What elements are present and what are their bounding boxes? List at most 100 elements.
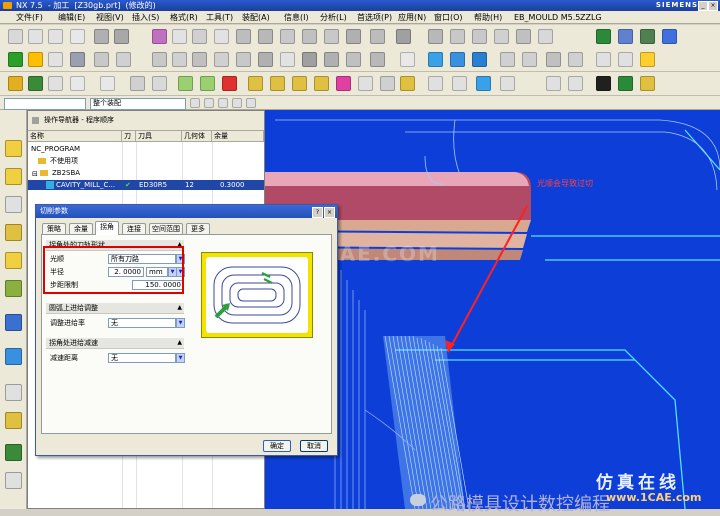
thicken-icon[interactable] [396,29,411,44]
mirror-icon[interactable] [428,76,443,91]
display-toolpath-icon[interactable] [314,76,329,91]
rotate-icon[interactable] [596,52,611,67]
select-face-icon[interactable] [204,98,214,108]
check-gouge-icon[interactable] [500,76,515,91]
trim-icon[interactable] [370,29,385,44]
type-filter-combo[interactable] [4,98,86,110]
system-materials-icon[interactable] [5,384,22,401]
nc-output-icon[interactable] [640,76,655,91]
forward-icon[interactable] [200,76,215,91]
decel-select[interactable]: 无 [108,353,176,363]
menu-window[interactable]: 窗口(O) [432,12,465,23]
offset-icon[interactable] [346,29,361,44]
menu-file[interactable]: 文件(F) [14,12,45,23]
sphere-icon[interactable] [568,76,583,91]
rectangle-icon[interactable] [70,29,85,44]
tab-stock[interactable]: 余量 [69,223,93,234]
gate-icon[interactable] [116,52,131,67]
grid-icon[interactable] [400,52,415,67]
web-browser-icon[interactable] [5,314,22,331]
cylinder-icon[interactable] [114,29,129,44]
table-row[interactable]: NC_PROGRAM [28,144,264,154]
minimize-button[interactable]: _ [698,1,708,11]
snap-icon[interactable] [640,52,655,67]
tab-strategy[interactable]: 策略 [42,223,66,234]
feeds-icon[interactable] [292,76,307,91]
palette-icon[interactable] [5,280,22,297]
render-icon[interactable] [618,29,633,44]
create-tool-icon[interactable] [28,76,43,91]
select-edge-icon[interactable] [218,98,228,108]
part-nav-icon[interactable] [5,224,22,241]
menu-tools[interactable]: 工具(T) [204,12,235,23]
mesh-icon[interactable] [302,29,317,44]
reuse-library-icon[interactable] [5,252,22,269]
close-button[interactable]: × [708,1,718,11]
menu-application[interactable]: 应用(N) [396,12,428,23]
create-geometry-icon[interactable] [48,76,63,91]
group-arc-feed-header[interactable]: 圆弧上进给调整 ▲ [46,303,184,314]
transform-icon[interactable] [452,76,467,91]
create-operation-icon[interactable] [100,76,115,91]
drawing-icon[interactable] [280,52,295,67]
menu-view[interactable]: 视图(V) [94,12,126,23]
cavity-icon[interactable] [28,52,43,67]
assembly-nav-icon[interactable] [5,196,22,213]
column-geometry[interactable]: 几何体 [182,131,212,142]
ok-button[interactable]: 确定 [263,440,291,452]
text-icon[interactable] [214,29,229,44]
wireframe-view-icon[interactable] [450,52,465,67]
group-corner-slowdown-header[interactable]: 拐角处进给减速 ▲ [46,338,184,349]
arc-icon[interactable] [48,29,63,44]
snap-endpoint-icon[interactable] [246,98,256,108]
block-icon[interactable] [94,29,109,44]
pocket-icon[interactable] [302,52,317,67]
layer-icon[interactable] [500,52,515,67]
menu-zzlg[interactable]: ZZLG [578,12,604,23]
verify-icon[interactable] [152,76,167,91]
menu-preferences[interactable]: 首选项(P) [355,12,394,23]
machine-icon[interactable] [596,76,611,91]
back-icon[interactable] [178,76,193,91]
curvature-icon[interactable] [516,29,531,44]
material-icon[interactable] [640,29,655,44]
column-tool-check[interactable]: 刀 [122,131,136,142]
surface-icon[interactable] [280,29,295,44]
runner-icon[interactable] [94,52,109,67]
dialog-close-button[interactable]: × [324,207,335,218]
circle-icon[interactable] [546,76,561,91]
menu-insert[interactable]: 插入(S) [130,12,161,23]
ipw-icon[interactable] [380,76,395,91]
history-icon[interactable] [5,348,22,365]
process-studio-icon[interactable] [5,412,22,429]
expand-icon[interactable]: ⊟ [32,169,38,179]
replay-icon[interactable] [336,76,351,91]
analysis-icon[interactable] [450,29,465,44]
menu-assembly[interactable]: 装配(A) [240,12,272,23]
tab-more[interactable]: 更多 [186,223,210,234]
menu-eb-mould[interactable]: EB_MOULD M5.5 [512,12,582,23]
fit-icon[interactable] [546,52,561,67]
postprocess-icon[interactable] [222,76,237,91]
tab-containment[interactable]: 空间范围 [149,223,183,234]
section-icon[interactable] [472,29,487,44]
deviation-icon[interactable] [494,29,509,44]
column-stock[interactable]: 余量 [212,131,264,142]
measure-icon[interactable] [428,29,443,44]
hidden-view-icon[interactable] [472,52,487,67]
select-all-icon[interactable] [190,98,200,108]
wcs-icon[interactable] [476,76,491,91]
generate-icon[interactable] [130,76,145,91]
standard-part-icon[interactable] [370,52,385,67]
machine-tool-icon[interactable] [5,168,22,185]
cooling-icon[interactable] [214,52,229,67]
sketch-icon[interactable] [8,29,23,44]
tab-connections[interactable]: 连接 [122,223,146,234]
table-row[interactable]: ⊟ ZB2SBA [28,168,264,178]
menu-help[interactable]: 帮助(H) [472,12,504,23]
column-name[interactable]: 名称 [28,131,122,142]
shaded-view-icon[interactable] [428,52,443,67]
core-icon[interactable] [48,52,63,67]
point-icon[interactable] [152,29,167,44]
system-scenes-icon[interactable] [5,472,22,489]
